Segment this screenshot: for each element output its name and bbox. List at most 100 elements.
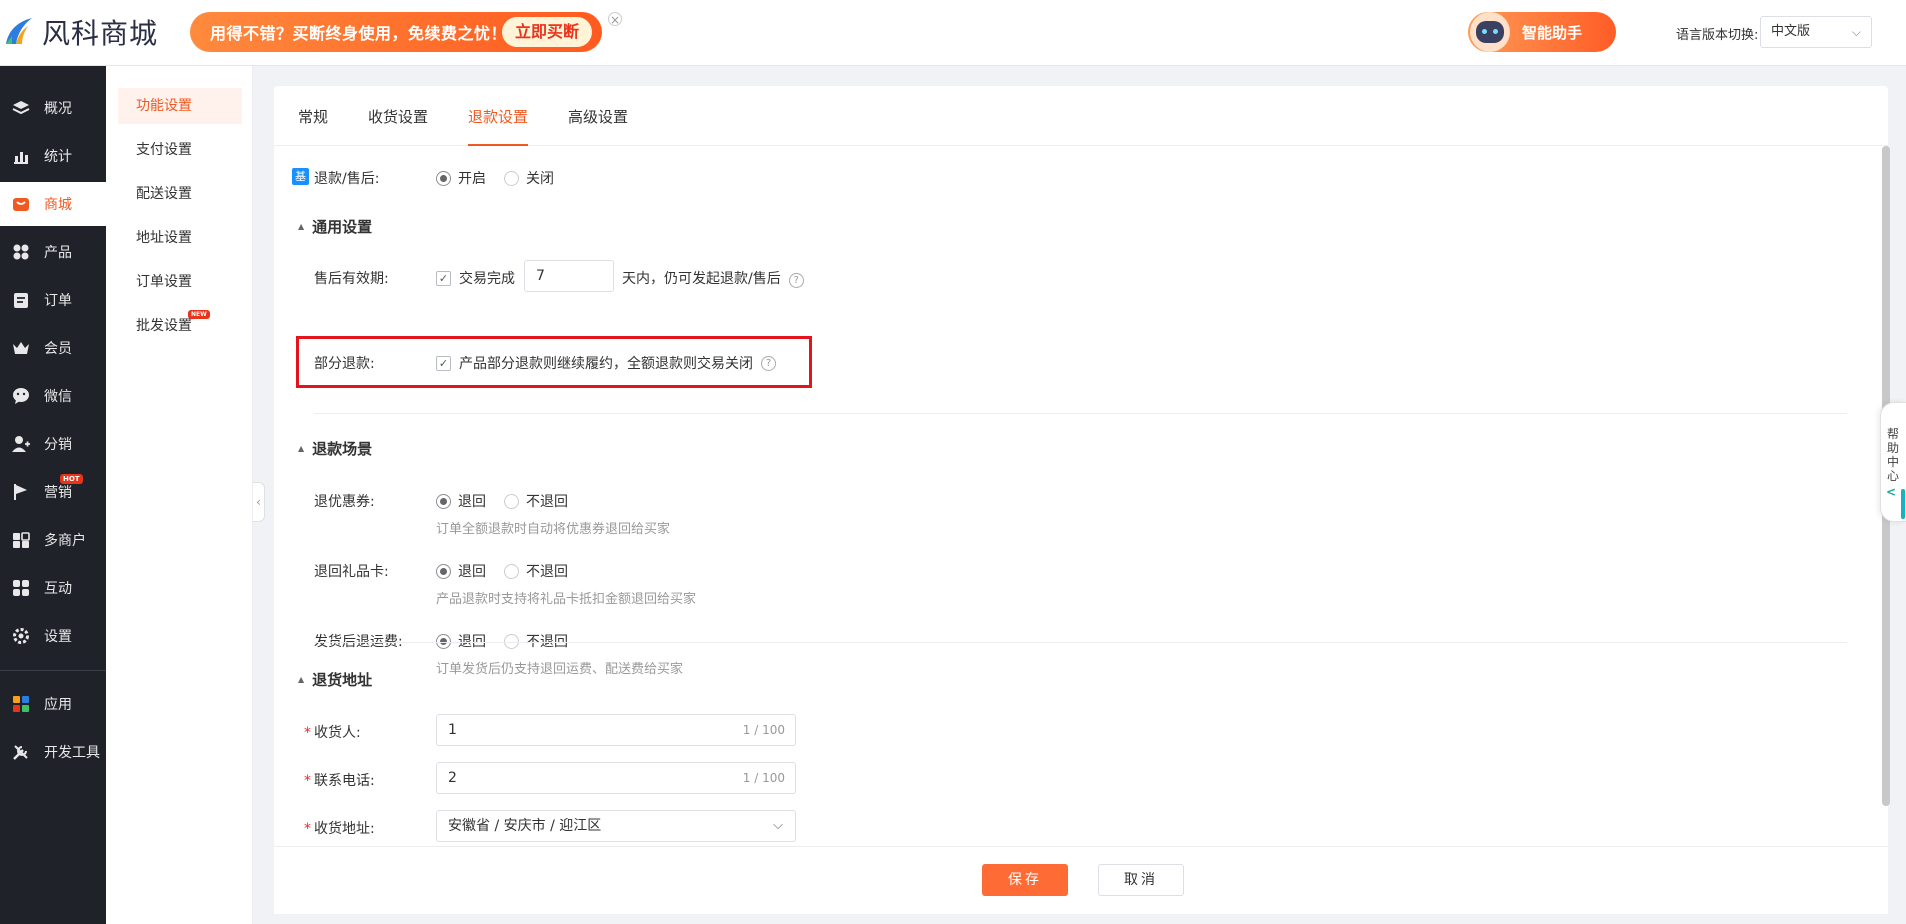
help-question-icon[interactable]: ? bbox=[761, 355, 776, 371]
logo[interactable]: 风科商城 bbox=[2, 12, 158, 52]
nav-interaction[interactable]: 互动 bbox=[0, 566, 106, 610]
chevron-left-icon: < bbox=[1886, 485, 1897, 499]
nav-marketing[interactable]: 营销 HOT bbox=[0, 470, 106, 514]
order-icon bbox=[12, 291, 30, 309]
tab-receiving[interactable]: 收货设置 bbox=[368, 86, 428, 146]
shipping-hint: 订单发货后仍支持退回运费、配送费给买家 bbox=[436, 662, 684, 677]
section-label: 通用设置 bbox=[312, 218, 373, 236]
promo-banner[interactable]: 用得不错？买断终身使用，免续费之忧！ 立即买断 bbox=[190, 12, 602, 52]
ai-assistant-button[interactable]: 智能助手 bbox=[1468, 12, 1616, 52]
nav-members[interactable]: 会员 bbox=[0, 326, 106, 370]
refund-on-radio[interactable]: 开启 bbox=[436, 168, 486, 188]
giftcard-label: 退回礼品卡: bbox=[314, 564, 389, 580]
address-label: * 收货地址: bbox=[304, 818, 375, 838]
radio-dot bbox=[504, 170, 519, 186]
coupon-hint: 订单全额退款时自动将优惠券退回给买家 bbox=[436, 522, 671, 537]
subnav-function-settings[interactable]: 功能设置 bbox=[118, 88, 242, 124]
checkbox-label: 交易完成 bbox=[459, 271, 515, 287]
label-text: 收货人: bbox=[314, 725, 361, 741]
cancel-button[interactable]: 取消 bbox=[1098, 864, 1184, 896]
shipping-no-return-radio[interactable]: 不退回 bbox=[504, 631, 568, 651]
validity-suffix: 天内，仍可发起退款/售后? bbox=[622, 268, 804, 288]
grid-icon bbox=[12, 243, 30, 261]
collapse-triangle-icon: ▲ bbox=[298, 444, 305, 453]
nav-label: 互动 bbox=[44, 581, 72, 597]
nav-orders[interactable]: 订单 bbox=[0, 278, 106, 322]
giftcard-return-radio[interactable]: 退回 bbox=[436, 561, 486, 581]
radio-dot bbox=[436, 493, 451, 509]
subnav-delivery-settings[interactable]: 配送设置 bbox=[118, 176, 242, 212]
hot-badge: HOT bbox=[60, 474, 83, 484]
language-value: 中文版 bbox=[1771, 24, 1811, 39]
subnav-address-settings[interactable]: 地址设置 bbox=[118, 220, 242, 256]
help-question-icon[interactable]: ? bbox=[788, 273, 804, 288]
scene-section-title[interactable]: ▲ 退款场景 bbox=[298, 438, 372, 459]
coupon-return-radio[interactable]: 退回 bbox=[436, 491, 486, 511]
nav-wechat[interactable]: 微信 bbox=[0, 374, 106, 418]
giftcard-no-return-radio[interactable]: 不退回 bbox=[504, 561, 568, 581]
nav-dev-tools[interactable]: 开发工具 bbox=[0, 730, 106, 774]
receiver-input[interactable]: 1 1 / 100 bbox=[436, 714, 796, 746]
address-cascader[interactable]: 安徽省 / 安庆市 / 迎江区 ⌵ bbox=[436, 810, 796, 842]
trade-complete-checkbox[interactable]: ✓ 交易完成 bbox=[436, 268, 515, 288]
refund-off-radio[interactable]: 关闭 bbox=[504, 168, 554, 188]
nav-distribution[interactable]: 分销 bbox=[0, 422, 106, 466]
store-icon bbox=[12, 531, 30, 549]
address-section-title[interactable]: ▲ 退货地址 bbox=[298, 669, 372, 690]
coupon-no-return-radio[interactable]: 不退回 bbox=[504, 491, 568, 511]
save-button[interactable]: 保存 bbox=[982, 864, 1068, 896]
shop-icon bbox=[12, 195, 30, 213]
buyout-button[interactable]: 立即买断 bbox=[502, 17, 592, 47]
language-label: 语言版本切换: bbox=[1676, 28, 1759, 43]
settings-card: 常规 收货设置 退款设置 高级设置 基 退款/售后: 开启 关闭 ▲ 通用设置 售… bbox=[274, 86, 1888, 914]
new-badge: NEW bbox=[188, 310, 210, 319]
section-label: 退款场景 bbox=[312, 440, 373, 458]
nav-apps[interactable]: 应用 bbox=[0, 682, 106, 726]
crown-icon bbox=[12, 339, 30, 357]
input-value: 2 bbox=[448, 770, 457, 786]
tab-general[interactable]: 常规 bbox=[298, 86, 328, 146]
nav-statistics[interactable]: 统计 bbox=[0, 134, 106, 178]
subnav-wholesale-settings[interactable]: 批发设置 NEW bbox=[118, 308, 242, 344]
help-accent-bar bbox=[1901, 489, 1905, 519]
help-center-tab[interactable]: 帮助中心 < bbox=[1880, 402, 1906, 522]
chevron-down-icon: ⌵ bbox=[773, 818, 783, 833]
tools-icon bbox=[12, 743, 30, 761]
gear-icon bbox=[12, 627, 30, 645]
phone-label: * 联系电话: bbox=[304, 770, 375, 790]
nav-settings[interactable]: 设置 bbox=[0, 614, 106, 658]
checkbox-label: 产品部分退款则继续履约，全额退款则交易关闭 bbox=[459, 356, 753, 372]
radio-label: 开启 bbox=[458, 171, 486, 187]
top-bar: 风科商城 用得不错？买断终身使用，免续费之忧！ 立即买断 × 智能助手 语言版本… bbox=[0, 0, 1906, 66]
radio-label: 不退回 bbox=[526, 634, 568, 650]
partial-refund-checkbox[interactable]: ✓ 产品部分退款则继续履约，全额退款则交易关闭? bbox=[436, 353, 776, 373]
collapse-triangle-icon: ▲ bbox=[298, 222, 305, 231]
interact-icon bbox=[12, 579, 30, 597]
nav-multi-merchant[interactable]: 多商户 bbox=[0, 518, 106, 562]
subnav-payment-settings[interactable]: 支付设置 bbox=[118, 132, 242, 168]
collapse-triangle-icon: ▲ bbox=[298, 675, 305, 684]
radio-label: 不退回 bbox=[526, 564, 568, 580]
main-sidebar: 概况 统计 商城 产品 订单 会员 微信 分销 营销 HOT 多商户 互动 设置… bbox=[0, 66, 106, 924]
input-value: 安徽省 / 安庆市 / 迎江区 bbox=[448, 818, 602, 834]
subnav-order-settings[interactable]: 订单设置 bbox=[118, 264, 242, 300]
promo-close-icon[interactable]: × bbox=[608, 12, 622, 27]
tab-advanced[interactable]: 高级设置 bbox=[568, 86, 628, 146]
phone-input[interactable]: 2 1 / 100 bbox=[436, 762, 796, 794]
nav-label: 开发工具 bbox=[44, 745, 100, 761]
nav-shop[interactable]: 商城 bbox=[0, 182, 106, 226]
collapse-subnav-icon[interactable]: ‹ bbox=[253, 482, 265, 522]
nav-overview[interactable]: 概况 bbox=[0, 86, 106, 130]
tab-refund[interactable]: 退款设置 bbox=[468, 86, 529, 146]
validity-label: 售后有效期: bbox=[314, 271, 389, 287]
form-footer: 保存 取消 bbox=[274, 846, 1888, 914]
nav-label: 概况 bbox=[44, 101, 72, 117]
shipping-return-radio[interactable]: 退回 bbox=[436, 631, 486, 651]
users-icon bbox=[12, 435, 30, 453]
general-section-title[interactable]: ▲ 通用设置 bbox=[298, 216, 372, 237]
language-select[interactable]: 中文版 ⌵ bbox=[1760, 16, 1872, 48]
validity-days-input[interactable]: 7 bbox=[524, 260, 614, 292]
radio-dot bbox=[436, 170, 451, 186]
nav-products[interactable]: 产品 bbox=[0, 230, 106, 274]
check-icon: ✓ bbox=[436, 270, 451, 286]
